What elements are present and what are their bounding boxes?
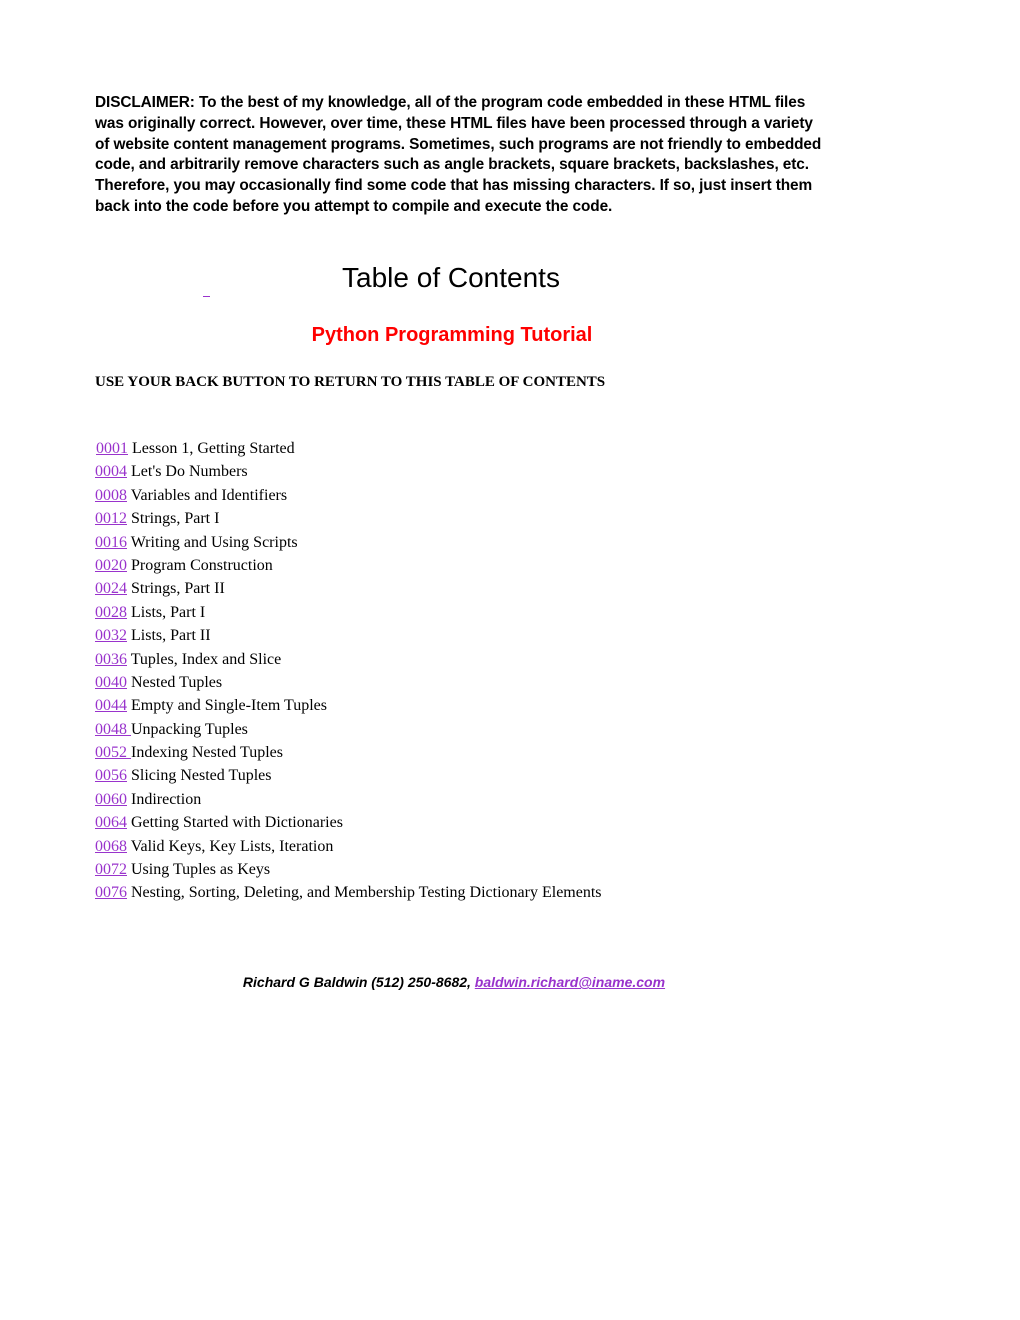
toc-item-title: Program Construction bbox=[131, 556, 273, 574]
toc-item-title: Variables and Identifiers bbox=[130, 486, 288, 504]
toc-item: 0064 Getting Started with Dictionaries bbox=[95, 812, 602, 835]
toc-item: 0024 Strings, Part II bbox=[95, 578, 602, 601]
toc-item-title: Slicing Nested Tuples bbox=[131, 767, 272, 785]
toc-item-title: Unpacking Tuples bbox=[131, 720, 248, 738]
author-line: Richard G Baldwin (512) 250-8682, baldwi… bbox=[0, 974, 908, 990]
toc-link[interactable]: 0052 bbox=[95, 744, 131, 761]
toc-item-title: Lesson 1, Getting Started bbox=[132, 440, 295, 457]
author-name-phone: Richard G Baldwin (512) 250-8682, bbox=[242, 974, 475, 990]
toc-link[interactable]: 0072 bbox=[95, 861, 127, 878]
toc-link[interactable]: 0004 bbox=[95, 463, 127, 480]
disclaimer-text: DISCLAIMER: To the best of my knowledge,… bbox=[95, 94, 822, 215]
toc-item: 0032 Lists, Part II bbox=[95, 625, 602, 648]
toc-link[interactable]: 0008 bbox=[95, 487, 127, 504]
author-email-link[interactable]: baldwin.richard@iname.com bbox=[475, 974, 665, 990]
toc-item: 0052 Indexing Nested Tuples bbox=[95, 742, 602, 765]
toc-item-title: Lists, Part II bbox=[131, 627, 211, 645]
toc-list: 0001 Lesson 1, Getting Started 0004 Let's… bbox=[95, 438, 602, 906]
back-button-note: USE YOUR BACK BUTTON TO RETURN TO THIS T… bbox=[95, 374, 606, 390]
toc-item: 0036 Tuples, Index and Slice bbox=[95, 649, 602, 672]
toc-link[interactable]: 0020 bbox=[95, 557, 127, 574]
toc-item-title: Valid Keys, Key Lists, Iteration bbox=[130, 837, 334, 855]
toc-item: 0076 Nesting, Sorting, Deleting, and Mem… bbox=[95, 882, 602, 905]
toc-item: 0056 Slicing Nested Tuples bbox=[95, 765, 602, 788]
toc-item: 0068 Valid Keys, Key Lists, Iteration bbox=[95, 836, 602, 859]
toc-link[interactable]: 0032 bbox=[95, 627, 127, 644]
page-subtitle: Python Programming Tutorial bbox=[311, 324, 593, 346]
toc-item-title: Empty and Single-Item Tuples bbox=[131, 697, 327, 715]
toc-item-title: Nested Tuples bbox=[131, 673, 223, 691]
toc-item: 0016 Writing and Using Scripts bbox=[95, 532, 602, 555]
toc-item-title: Strings, Part I bbox=[131, 510, 220, 528]
page-title: Table of Contents bbox=[342, 262, 560, 293]
toc-link[interactable]: 0048 bbox=[95, 721, 131, 738]
toc-item: 0048 Unpacking Tuples bbox=[95, 719, 602, 742]
toc-link[interactable]: 0040 bbox=[95, 674, 127, 691]
toc-link[interactable]: 0060 bbox=[95, 791, 127, 808]
toc-link[interactable]: 0064 bbox=[95, 814, 127, 831]
toc-item: 0044 Empty and Single-Item Tuples bbox=[95, 695, 602, 718]
toc-item: 0028 Lists, Part I bbox=[95, 602, 602, 625]
toc-item: 0040 Nested Tuples bbox=[95, 672, 602, 695]
toc-item-title: Indexing Nested Tuples bbox=[131, 744, 283, 762]
toc-link[interactable]: 0068 bbox=[95, 838, 127, 855]
toc-link[interactable]: 0012 bbox=[95, 510, 127, 527]
toc-item-title: Strings, Part II bbox=[131, 580, 225, 598]
toc-link[interactable]: 0016 bbox=[95, 534, 127, 551]
toc-item-title: Getting Started with Dictionaries bbox=[131, 814, 343, 832]
toc-item: 0008 Variables and Identifiers bbox=[95, 485, 602, 508]
toc-item-title: Tuples, Index and Slice bbox=[130, 650, 282, 668]
toc-item-title: Indirection bbox=[131, 790, 202, 808]
toc-item-title: Let's Do Numbers bbox=[131, 463, 248, 481]
anchor-link-mark[interactable] bbox=[203, 296, 210, 297]
toc-link[interactable]: 0001 bbox=[96, 440, 128, 457]
toc-item-title: Lists, Part I bbox=[131, 603, 206, 621]
toc-item-title: Writing and Using Scripts bbox=[130, 533, 298, 551]
toc-link[interactable]: 0056 bbox=[95, 767, 127, 784]
toc-item-title: Nesting, Sorting, Deleting, and Membersh… bbox=[131, 884, 602, 902]
toc-item: 0004 Let's Do Numbers bbox=[95, 461, 602, 484]
toc-link[interactable]: 0044 bbox=[95, 697, 127, 714]
toc-item: 0012 Strings, Part I bbox=[95, 508, 602, 531]
toc-item: 0060 Indirection bbox=[95, 789, 602, 812]
toc-link[interactable]: 0036 bbox=[95, 651, 127, 668]
toc-item: 0020 Program Construction bbox=[95, 555, 602, 578]
toc-item-title: Using Tuples as Keys bbox=[131, 861, 271, 879]
toc-link[interactable]: 0076 bbox=[95, 884, 127, 901]
toc-link[interactable]: 0024 bbox=[95, 580, 127, 597]
toc-link[interactable]: 0028 bbox=[95, 604, 127, 621]
toc-item: 0001 Lesson 1, Getting Started bbox=[95, 438, 602, 461]
toc-item: 0072 Using Tuples as Keys bbox=[95, 859, 602, 882]
